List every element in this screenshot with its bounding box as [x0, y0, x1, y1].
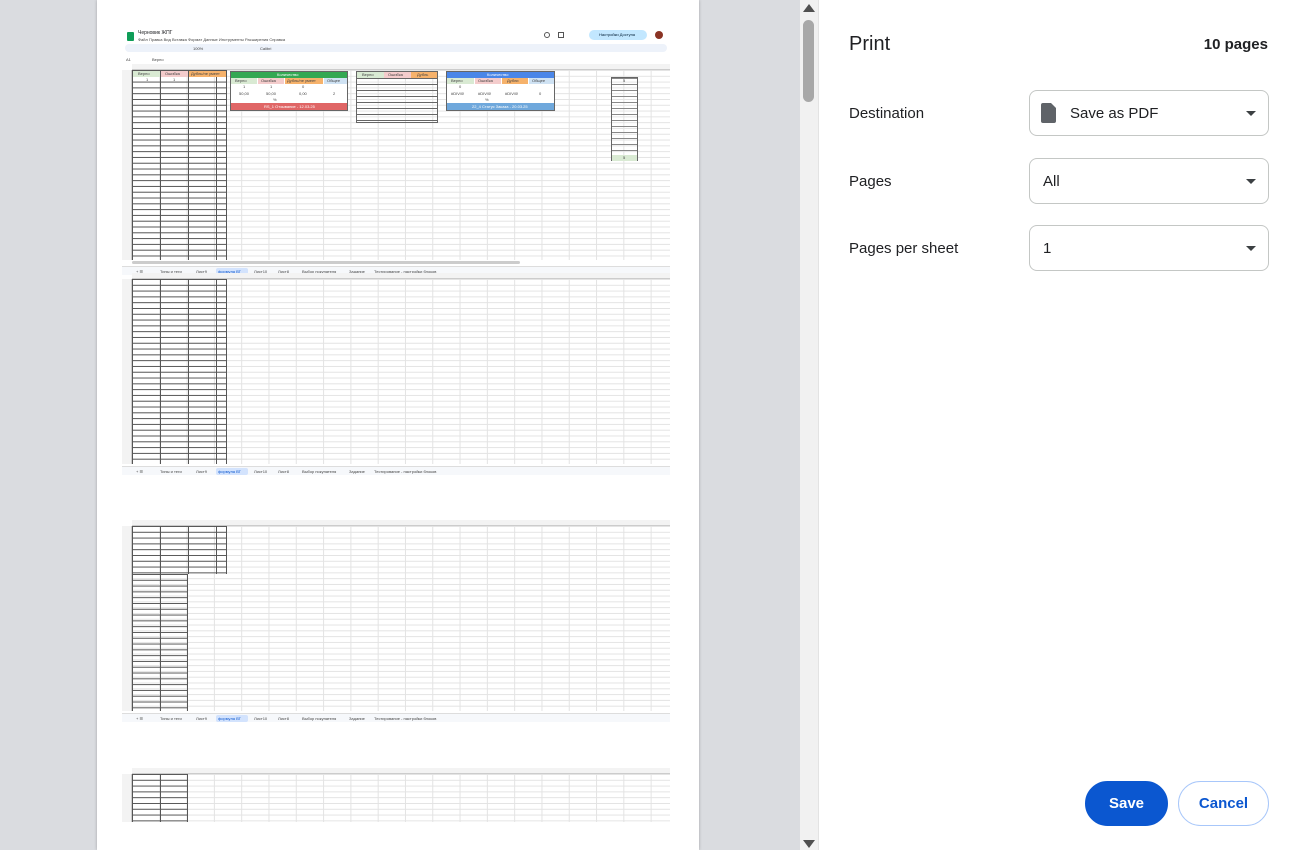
dark-columns-abc [132, 279, 227, 464]
cell-grid [132, 774, 670, 822]
doc-title: Черновик ЖПГ [138, 30, 173, 36]
table2: Количество Верно Ошибка Дубль/не умеет О… [230, 71, 348, 111]
h-scrollbar [132, 261, 520, 264]
pages-value: All [1043, 173, 1060, 190]
pages-select[interactable]: All [1029, 158, 1269, 204]
preview-scrollbar[interactable] [800, 0, 818, 850]
pages-per-sheet-label: Pages per sheet [849, 240, 959, 257]
sheet-tabs: + ☰ Типы и теги Лист9 формула ВТ Лист10 … [122, 713, 670, 722]
chevron-down-icon [1246, 111, 1256, 116]
sheet-tabs: + ☰ Типы и теги Лист9 формула ВТ Лист10 … [122, 466, 670, 475]
sheet-page-1b: + ☰ Типы и теги Лист9 формула ВТ Лист10 … [122, 273, 670, 478]
dark-columns-ab [132, 574, 188, 711]
chevron-down-icon [1246, 179, 1256, 184]
pages-per-sheet-select[interactable]: 1 [1029, 225, 1269, 271]
t1-val-1: 1 [146, 77, 149, 82]
toolbar: 100% Calibri [125, 44, 667, 52]
save-button[interactable]: Save [1085, 781, 1168, 826]
dark-columns-abc [132, 70, 227, 260]
document-icon [1041, 103, 1056, 123]
sheet-page-2: + ☰ Типы и теги Лист9 формула ВТ Лист10 … [122, 520, 670, 725]
sheet-page-1: Черновик ЖПГ Файл Правка Вид Вставка Фор… [122, 28, 670, 278]
table3: Верно Ошибка Дубль [356, 71, 438, 123]
history-icon [544, 32, 550, 38]
table4: Количество Верно Ошибка Дубли Общее 0 #D… [446, 71, 555, 111]
share-button: Настройки Доступа [589, 30, 647, 40]
formula-value: Верно [152, 57, 164, 62]
page-count: 10 pages [1203, 36, 1268, 53]
print-settings-panel: Print 10 pages Destination Save as PDF P… [818, 0, 1299, 850]
print-preview-area: Черновик ЖПГ Файл Правка Вид Вставка Фор… [0, 0, 800, 850]
cancel-button[interactable]: Cancel [1178, 781, 1269, 826]
sheet-page-3 [122, 768, 670, 828]
pages-per-sheet-value: 1 [1043, 240, 1052, 257]
destination-select[interactable]: Save as PDF [1029, 90, 1269, 136]
menu-bar: Файл Правка Вид Вставка Формат Данные Ин… [138, 37, 286, 42]
comment-icon [558, 32, 564, 38]
scroll-up-arrow-icon[interactable] [803, 4, 815, 12]
avatar [655, 31, 663, 39]
right-column-box: 5 5 [611, 77, 638, 161]
row-header [122, 70, 132, 260]
destination-value: Save as PDF [1070, 105, 1159, 122]
sheets-logo-icon [127, 32, 134, 41]
chevron-down-icon [1246, 246, 1256, 251]
scrollbar-thumb[interactable] [803, 20, 814, 102]
print-title: Print [849, 33, 891, 55]
t1-header-dubl: Дубль/не умеет [189, 71, 226, 77]
dark-columns-abc [132, 526, 227, 574]
t1-val-2: 1 [173, 77, 176, 82]
scroll-down-arrow-icon[interactable] [803, 840, 815, 848]
preview-page: Черновик ЖПГ Файл Правка Вид Вставка Фор… [97, 0, 699, 850]
name-box: A1 [126, 57, 131, 62]
destination-label: Destination [849, 105, 925, 122]
pages-label: Pages [849, 173, 892, 190]
dark-columns-ab [132, 774, 188, 822]
